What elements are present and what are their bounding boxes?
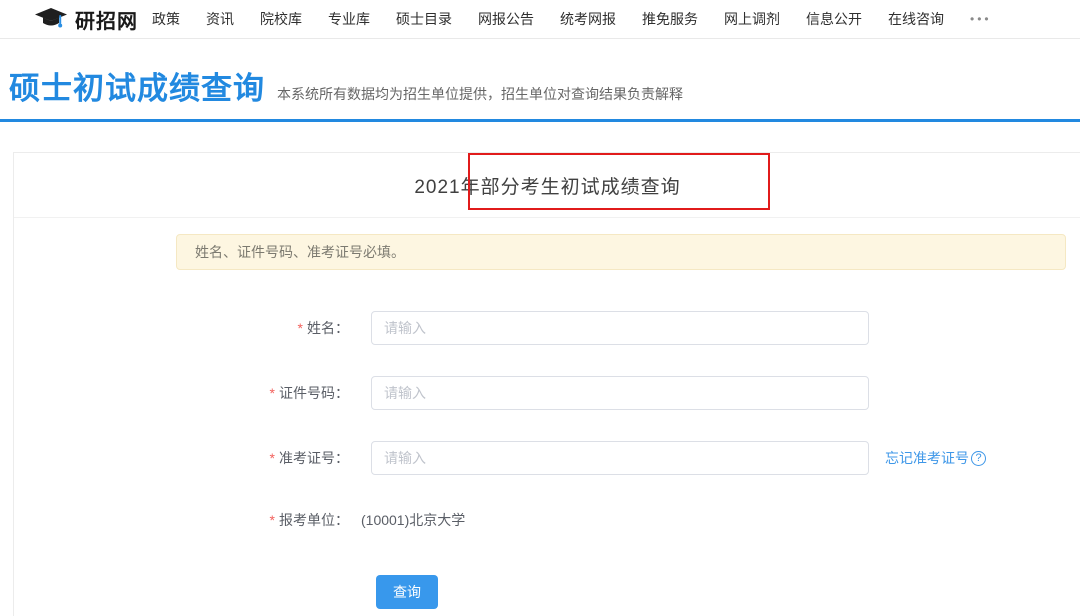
admission-ticket-label: *准考证号： bbox=[14, 448, 349, 468]
required-asterisk: * bbox=[270, 385, 275, 401]
hero-section: 硕士初试成绩查询 本系统所有数据均为招生单位提供，招生单位对查询结果负责解释 bbox=[0, 39, 1080, 119]
form-row-name: *姓名： bbox=[14, 311, 1080, 345]
required-fields-notice: 姓名、证件号码、准考证号必填。 bbox=[176, 234, 1066, 270]
graduation-cap-icon bbox=[34, 7, 68, 31]
nav-menu: 政策 资讯 院校库 专业库 硕士目录 网报公告 统考网报 推免服务 网上调剂 信… bbox=[152, 9, 992, 29]
nav-item-policy[interactable]: 政策 bbox=[152, 9, 180, 29]
name-label: *姓名： bbox=[14, 318, 349, 338]
page-subtitle: 本系统所有数据均为招生单位提供，招生单位对查询结果负责解释 bbox=[277, 84, 683, 104]
blue-divider bbox=[0, 119, 1080, 122]
id-number-label: *证件号码： bbox=[14, 383, 349, 403]
page: 研招网 政策 资讯 院校库 专业库 硕士目录 网报公告 统考网报 推免服务 网上… bbox=[0, 0, 1080, 616]
query-button[interactable]: 查询 bbox=[376, 575, 438, 609]
panel-title: 2021年部分考生初试成绩查询 bbox=[414, 172, 680, 199]
form-row-id-number: *证件号码： bbox=[14, 376, 1080, 410]
page-title: 硕士初试成绩查询 bbox=[9, 63, 265, 108]
target-school-value: (10001)北京大学 bbox=[361, 510, 465, 530]
nav-item-master-catalog[interactable]: 硕士目录 bbox=[396, 9, 452, 29]
admission-ticket-input[interactable] bbox=[371, 441, 869, 475]
nav-more-dots[interactable]: ••• bbox=[970, 12, 992, 26]
required-asterisk: * bbox=[270, 512, 275, 528]
nav-item-online-consult[interactable]: 在线咨询 bbox=[888, 9, 944, 29]
nav-item-exempt-service[interactable]: 推免服务 bbox=[642, 9, 698, 29]
nav-item-info-disclosure[interactable]: 信息公开 bbox=[806, 9, 862, 29]
required-asterisk: * bbox=[270, 450, 275, 466]
nav-item-news[interactable]: 资讯 bbox=[206, 9, 234, 29]
form-row-admission-ticket: *准考证号： 忘记准考证号 ? bbox=[14, 441, 1080, 475]
required-asterisk: * bbox=[298, 320, 303, 336]
nav-item-online-adjustment[interactable]: 网上调剂 bbox=[724, 9, 780, 29]
target-school-label: *报考单位： bbox=[14, 510, 349, 530]
nav-item-unified-exam[interactable]: 统考网报 bbox=[560, 9, 616, 29]
brand-logo[interactable]: 研招网 bbox=[34, 5, 138, 34]
nav-item-college-library[interactable]: 院校库 bbox=[260, 9, 302, 29]
panel-header: 2021年部分考生初试成绩查询 bbox=[14, 153, 1080, 218]
brand-name: 研招网 bbox=[75, 5, 138, 34]
forgot-ticket-link[interactable]: 忘记准考证号 ? bbox=[885, 448, 986, 468]
top-nav: 研招网 政策 资讯 院校库 专业库 硕士目录 网报公告 统考网报 推免服务 网上… bbox=[0, 0, 1080, 39]
nav-item-online-report-notice[interactable]: 网报公告 bbox=[478, 9, 534, 29]
question-mark-icon: ? bbox=[971, 451, 986, 466]
id-number-input[interactable] bbox=[371, 376, 869, 410]
query-panel: 2021年部分考生初试成绩查询 姓名、证件号码、准考证号必填。 *姓名： *证件… bbox=[13, 152, 1080, 616]
nav-item-major-library[interactable]: 专业库 bbox=[328, 9, 370, 29]
form-row-target-school: *报考单位： (10001)北京大学 bbox=[14, 503, 1080, 537]
name-input[interactable] bbox=[371, 311, 869, 345]
